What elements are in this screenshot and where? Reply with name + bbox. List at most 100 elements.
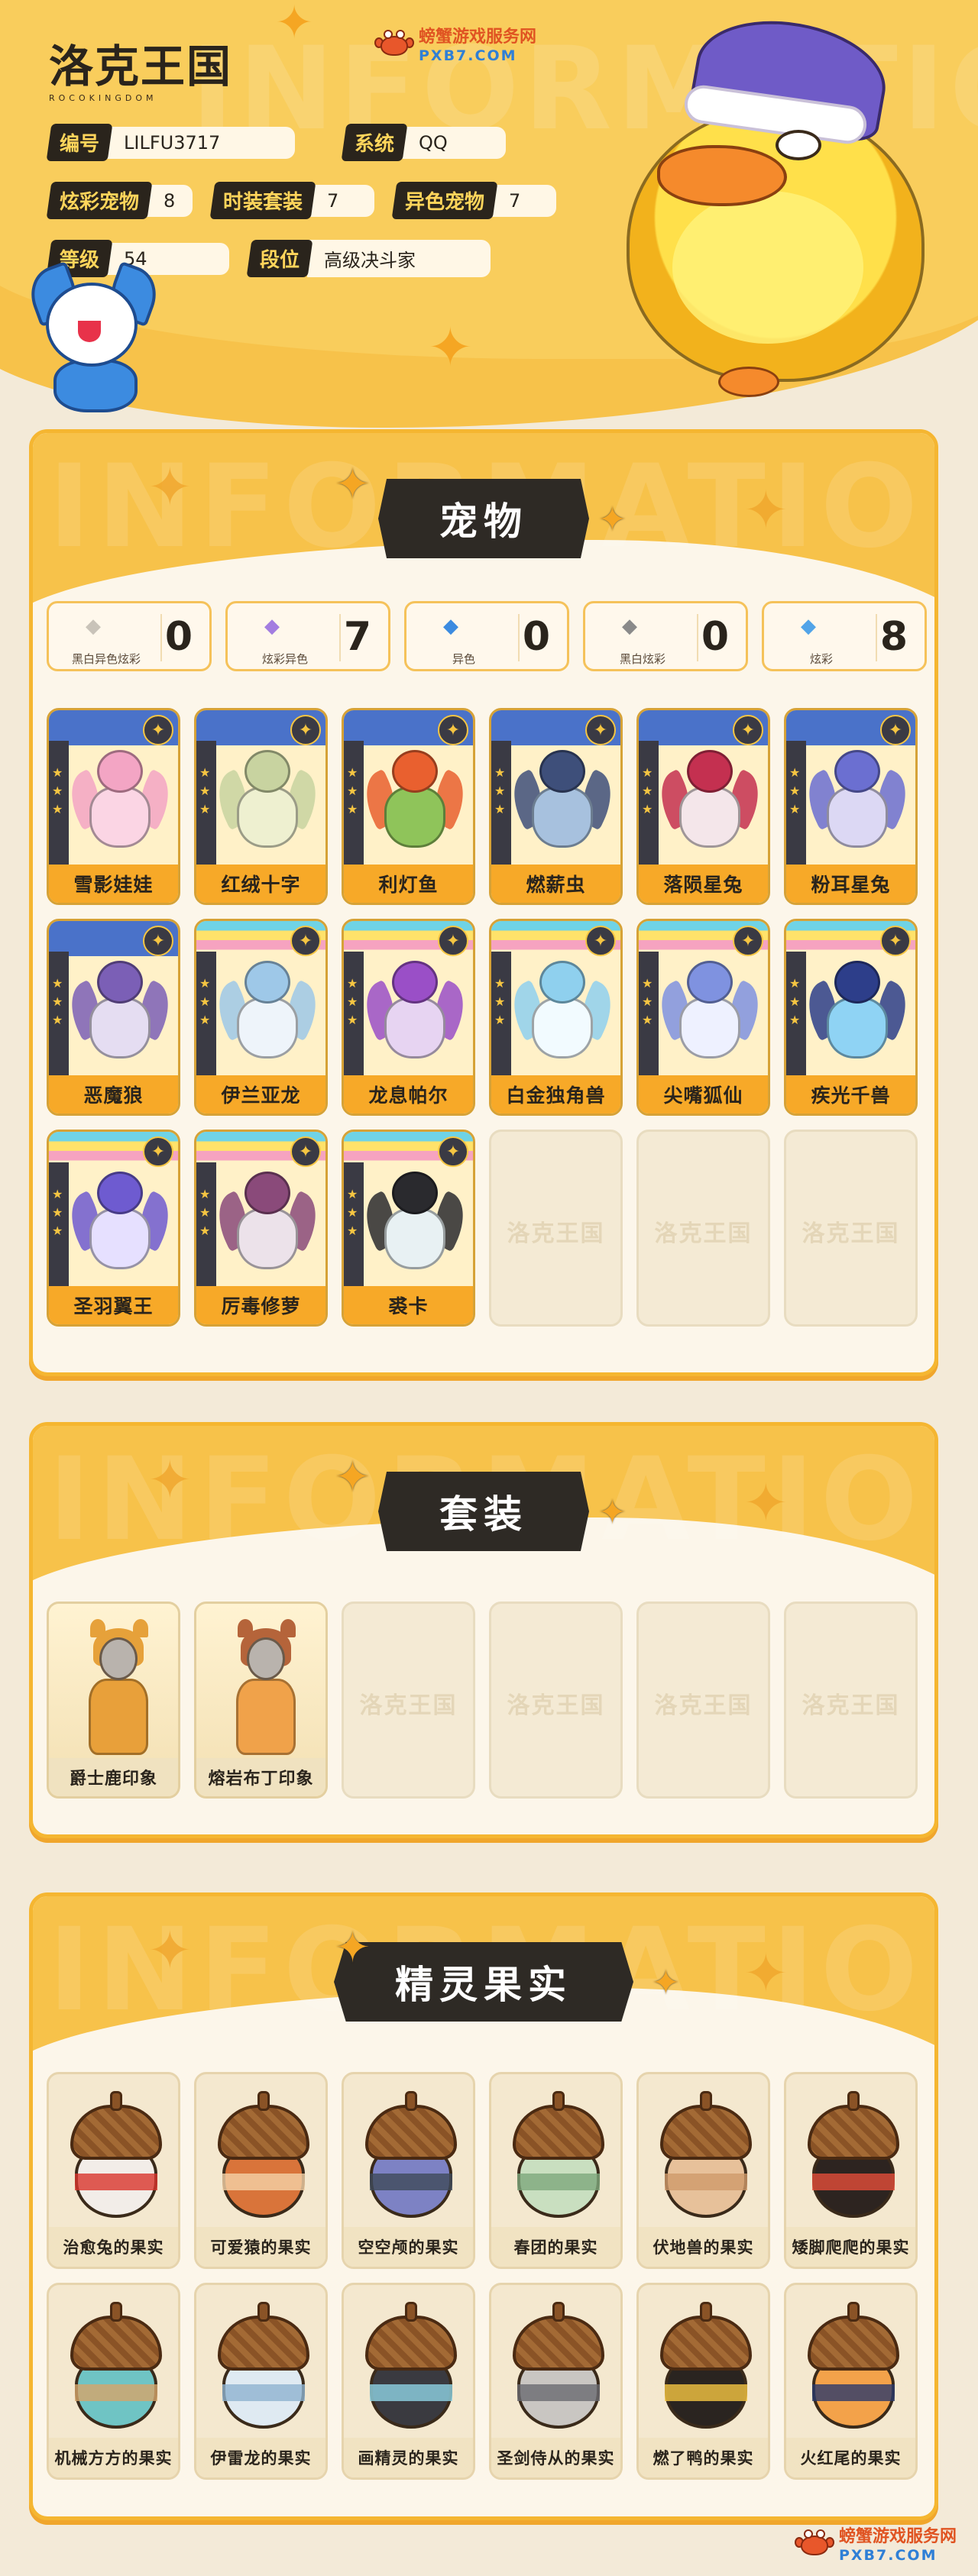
fruit-name: 圣剑侍从的果实 bbox=[491, 2438, 620, 2477]
pet-card[interactable]: ✦ 落陨星兔 bbox=[636, 708, 770, 905]
acorn-band bbox=[665, 2174, 747, 2190]
acorn-icon bbox=[70, 2091, 162, 2221]
outfit-card[interactable]: 爵士鹿印象 bbox=[47, 1602, 180, 1799]
pet-head bbox=[97, 750, 143, 793]
fruit-card[interactable]: 春团的果实 bbox=[489, 2072, 623, 2269]
fruit-card[interactable]: 矮脚爬爬的果实 bbox=[784, 2072, 918, 2269]
blue-mascot bbox=[15, 260, 165, 420]
pet-card[interactable]: ✦ 燃薪虫 bbox=[489, 708, 623, 905]
pet-card[interactable]: ✦ 利灯鱼 bbox=[342, 708, 475, 905]
pet-illustration bbox=[60, 750, 178, 857]
pet-head bbox=[539, 750, 585, 793]
fruit-card[interactable]: 燃了鸭的果实 bbox=[636, 2283, 770, 2480]
fruit-card[interactable]: 火红尾的果实 bbox=[784, 2283, 918, 2480]
pet-name: 疾光千兽 bbox=[786, 1075, 915, 1113]
acorn-stem bbox=[110, 2302, 122, 2322]
colorful-badge-icon: ✦ bbox=[585, 715, 616, 745]
fruit-card[interactable]: 治愈兔的果实 bbox=[47, 2072, 180, 2269]
outfit-name: 熔岩布丁印象 bbox=[196, 1758, 325, 1796]
info-row-1: 编号 LILFU3717 系统 QQ bbox=[46, 124, 532, 161]
pet-card[interactable]: ✦ 疾光千兽 bbox=[784, 919, 918, 1116]
rank-stripe bbox=[49, 741, 69, 869]
acorn-cap bbox=[808, 2105, 899, 2160]
colorful-badge-icon: ✦ bbox=[880, 926, 911, 956]
star-icon: ✦ bbox=[598, 500, 627, 539]
info-field-colorful-pets: 炫彩宠物 8 bbox=[46, 182, 193, 219]
info-value: LILFU3717 bbox=[107, 126, 296, 159]
pet-card[interactable]: ✦ 裘卡 bbox=[342, 1130, 475, 1327]
info-field-shiny-pets: 异色宠物 7 bbox=[391, 182, 557, 219]
colorful-badge-icon: ✦ bbox=[143, 1136, 173, 1167]
fruit-card[interactable]: 圣剑侍从的果实 bbox=[489, 2283, 623, 2480]
acorn-icon bbox=[365, 2302, 457, 2432]
pet-head bbox=[834, 961, 880, 1004]
fruit-name: 空空颅的果实 bbox=[344, 2227, 473, 2267]
pet-illustration bbox=[355, 1172, 473, 1278]
pet-card[interactable]: ✦ 伊兰亚龙 bbox=[194, 919, 328, 1116]
pet-card[interactable]: ✦ 尖嘴狐仙 bbox=[636, 919, 770, 1116]
acorn-cap bbox=[218, 2105, 309, 2160]
pet-illustration bbox=[208, 750, 325, 857]
pet-card[interactable]: ✦ 厉毒修萝 bbox=[194, 1130, 328, 1327]
info-label: 编号 bbox=[60, 133, 100, 156]
fruit-card[interactable]: 伏地兽的果实 bbox=[636, 2072, 770, 2269]
acorn-icon bbox=[513, 2302, 604, 2432]
pet-card[interactable]: ✦ 圣羽翼王 bbox=[47, 1130, 180, 1327]
fruit-card[interactable]: 空空颅的果实 bbox=[342, 2072, 475, 2269]
rank-stripe bbox=[491, 952, 511, 1080]
acorn-icon bbox=[660, 2091, 752, 2221]
pet-counter-value: 0 bbox=[164, 614, 193, 660]
acorn-icon bbox=[808, 2091, 899, 2221]
pet-card[interactable]: ✦ 龙息帕尔 bbox=[342, 919, 475, 1116]
fruit-name: 伊雷龙的果实 bbox=[196, 2438, 325, 2477]
pet-head bbox=[687, 961, 733, 1004]
fruit-card[interactable]: 画精灵的果实 bbox=[342, 2283, 475, 2480]
pet-body bbox=[384, 997, 445, 1059]
rank-stripe bbox=[49, 952, 69, 1080]
pet-illustration bbox=[60, 961, 178, 1068]
fruit-card[interactable]: 可爱猿的果实 bbox=[194, 2072, 328, 2269]
acorn-band bbox=[370, 2384, 452, 2401]
pet-counter-label: 炫彩 bbox=[809, 652, 833, 666]
header-banner: INFORMATION ✦ ✦ 洛克王国 ROCOKINGDOM 螃蟹游戏服务网… bbox=[0, 0, 978, 428]
pet-card[interactable]: ✦ 白金独角兽 bbox=[489, 919, 623, 1116]
info-value: QQ bbox=[402, 126, 507, 159]
counter-divider bbox=[518, 614, 520, 661]
pet-card[interactable]: ✦ 红绒十字 bbox=[194, 708, 328, 905]
pet-illustration bbox=[355, 750, 473, 857]
fruit-card[interactable]: 机械方方的果实 bbox=[47, 2283, 180, 2480]
info-field-rank: 段位 高级决斗家 bbox=[246, 240, 491, 277]
acorn-band bbox=[75, 2174, 157, 2190]
pet-counter: ◆ 炫彩异色 7 bbox=[225, 601, 390, 671]
star-icon: ✦ bbox=[598, 1493, 627, 1532]
crab-icon bbox=[374, 27, 414, 60]
star-icon: ✦ bbox=[147, 1919, 193, 1982]
star-icon: ✦ bbox=[428, 316, 473, 379]
info-label: 系统 bbox=[355, 133, 395, 156]
acorn-cap bbox=[513, 2105, 604, 2160]
pet-illustration bbox=[60, 1172, 178, 1278]
colorful-badge-icon: ✦ bbox=[880, 715, 911, 745]
pet-grid: ✦ 雪影娃娃 ✦ 红绒十字 ✦ 利灯鱼 ✦ 燃薪虫 ✦ 落陨星兔 ✦ 粉耳星兔 ✦ 恶魔狼 ✦ 伊兰亚龙 ✦ 龙息… bbox=[47, 708, 918, 1327]
fruit-name: 治愈兔的果实 bbox=[49, 2227, 178, 2267]
colorful-badge-icon: ✦ bbox=[290, 1136, 321, 1167]
outfit-card[interactable]: 熔岩布丁印象 bbox=[194, 1602, 328, 1799]
empty-slot-watermark: 洛克王国 bbox=[802, 1692, 900, 1719]
fruit-name: 伏地兽的果实 bbox=[639, 2227, 768, 2267]
pet-card[interactable]: ✦ 雪影娃娃 bbox=[47, 708, 180, 905]
pet-name: 粉耳星兔 bbox=[786, 865, 915, 903]
pet-card[interactable]: ✦ 粉耳星兔 bbox=[784, 708, 918, 905]
fruit-card[interactable]: 伊雷龙的果实 bbox=[194, 2283, 328, 2480]
colorful-badge-icon: ✦ bbox=[438, 926, 468, 956]
acorn-icon bbox=[70, 2302, 162, 2432]
rank-stripe bbox=[491, 741, 511, 869]
rank-stripe bbox=[344, 1162, 364, 1291]
star-icon: ✦ bbox=[335, 1453, 371, 1502]
info-value: 7 bbox=[492, 184, 557, 217]
pet-name: 龙息帕尔 bbox=[344, 1075, 473, 1113]
pet-card[interactable]: ✦ 恶魔狼 bbox=[47, 919, 180, 1116]
acorn-band bbox=[517, 2384, 600, 2401]
acorn-band bbox=[370, 2174, 452, 2190]
pet-counter-value: 0 bbox=[701, 614, 729, 660]
pet-name: 圣羽翼王 bbox=[49, 1286, 178, 1324]
